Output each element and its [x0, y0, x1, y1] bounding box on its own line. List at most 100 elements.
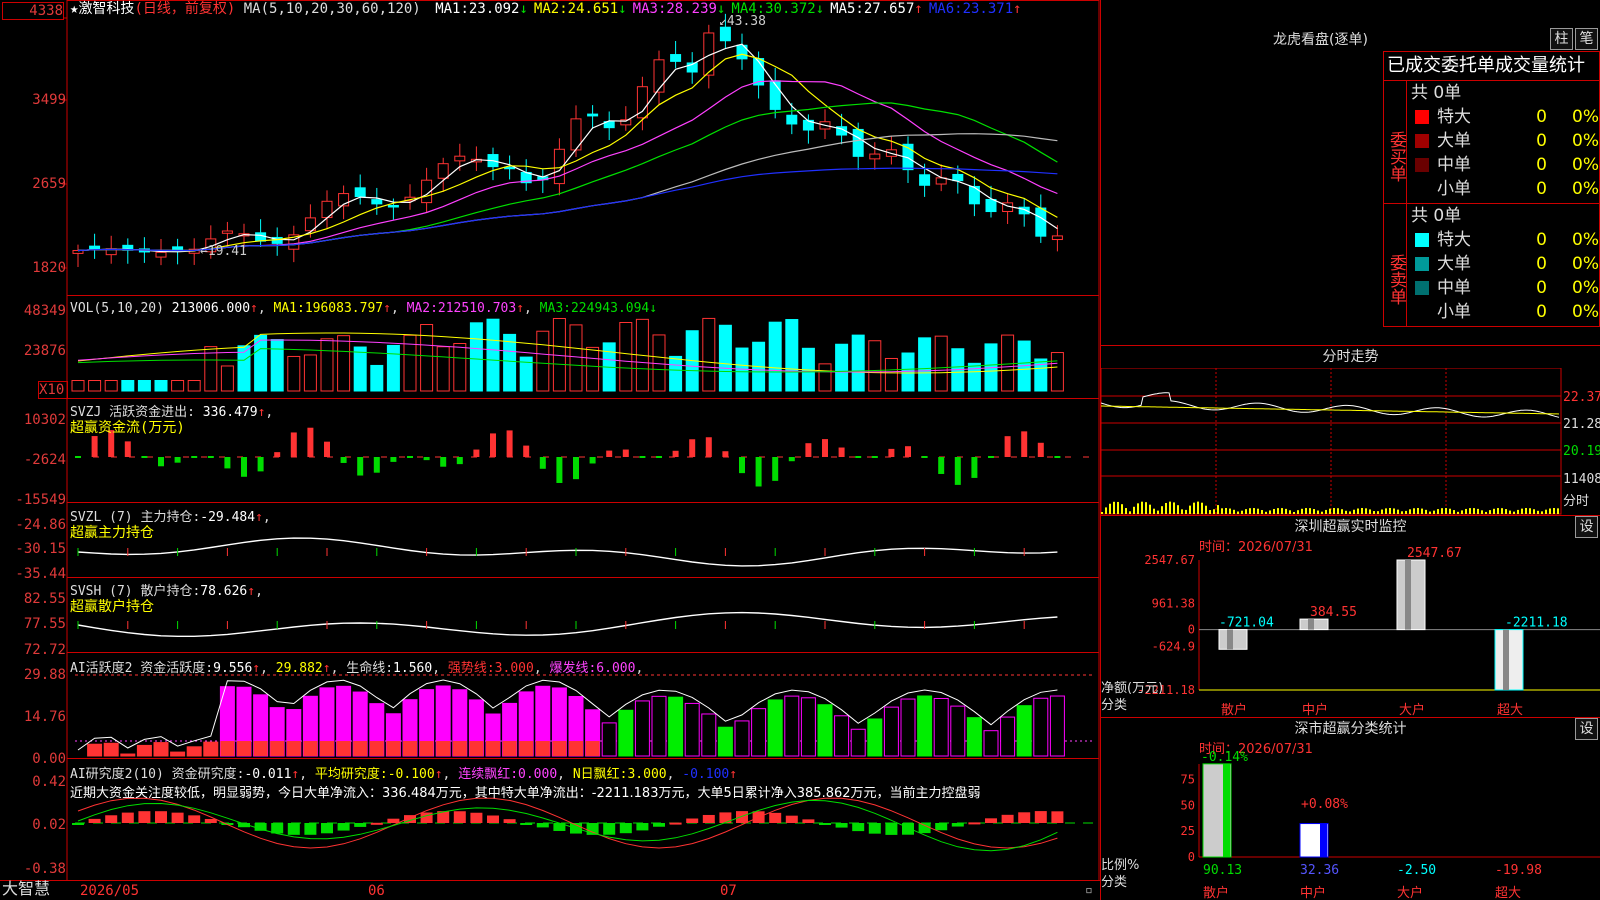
sell-row: 大单 0 0%	[1407, 252, 1599, 276]
ai-activity-header: AI活跃度2 资金活跃度:9.556↑, 29.882↑, 生命线:1.560,…	[70, 661, 644, 676]
svzj-bar	[639, 456, 646, 458]
lhb-bar-view-button[interactable]: 柱	[1550, 28, 1573, 50]
intraday-vol-bar	[1233, 509, 1235, 514]
ai2-axis-label: -0.38	[23, 861, 66, 877]
ai-activity-title: AI活跃度2 资金活跃度:	[70, 661, 214, 676]
activity-bar	[900, 698, 916, 757]
vol-unit-badge[interactable]: X10	[38, 381, 68, 399]
candle-body	[255, 232, 267, 242]
activity-bar	[701, 713, 717, 757]
lhb-header: 已成交委托单成交量统计	[1383, 51, 1600, 81]
main-chart-canvas[interactable]	[0, 0, 1100, 900]
svzj-bar	[539, 457, 546, 469]
monitor-bar-shade	[1503, 629, 1509, 690]
volume-bar	[785, 319, 799, 392]
ma-value-3: MA3:28.239↓	[633, 1, 726, 17]
research-bar	[321, 823, 333, 834]
svzj-bar	[954, 457, 961, 485]
monitor-bar-shade	[1227, 629, 1233, 650]
research-bar	[802, 819, 815, 823]
activity-base	[320, 741, 334, 756]
candle-body	[354, 187, 366, 198]
scroll-lock-icon[interactable]: ▫	[1085, 883, 1093, 899]
svzj-bar	[124, 441, 131, 457]
intraday-panel: 分时走势 22.37 21.28 20.19 11408 分时	[1101, 345, 1600, 515]
activity-base	[569, 741, 583, 756]
candle-body	[985, 198, 997, 213]
svzj-bar	[473, 449, 480, 457]
intraday-vol-bar	[1505, 509, 1507, 514]
intraday-vol-bar	[1553, 508, 1555, 514]
svzj-bar	[440, 457, 447, 467]
svzj-bar	[490, 433, 496, 457]
life-line-value: 1.560	[393, 661, 433, 676]
sell-row: 特大 0 0%	[1407, 228, 1599, 252]
ma-value-5: MA5:27.657↑	[830, 1, 923, 17]
monitor-settings-button[interactable]: 设	[1575, 516, 1598, 538]
row-label: 中单	[1437, 278, 1471, 298]
intraday-vol-bar	[1425, 509, 1427, 514]
classify-settings-button[interactable]: 设	[1575, 718, 1598, 740]
row-count: 0	[1536, 107, 1547, 127]
row-label: 特大	[1437, 230, 1471, 250]
svzl-axis-label: -30.15	[15, 541, 66, 557]
activity-bar	[850, 728, 866, 757]
row-label: 大单	[1437, 254, 1471, 274]
activity-bar	[917, 695, 933, 757]
svzl-title: SVZL (7) 主力持仓:	[70, 510, 201, 525]
research-bar	[603, 823, 616, 835]
ma-value-1: MA1:23.092↓	[435, 1, 528, 17]
candle-body	[155, 251, 167, 258]
intraday-axis-label: 21.28	[1563, 417, 1600, 432]
activity-base	[419, 741, 434, 756]
svsh-title: SVSH (7) 散户持仓:	[70, 584, 201, 599]
volume-bar	[768, 321, 782, 392]
svzj-bar	[390, 457, 397, 462]
volume-bar	[370, 364, 384, 392]
intraday-chart[interactable]	[1101, 368, 1600, 516]
activity-bar	[120, 753, 136, 757]
intraday-vol-bar	[1325, 509, 1327, 514]
intraday-vol-bar	[1329, 508, 1331, 514]
intraday-vol-bar	[1121, 504, 1123, 514]
classify-cat-label: 分类	[1101, 875, 1128, 890]
activity-bar	[1049, 695, 1065, 757]
svzj-bar	[556, 457, 563, 483]
intraday-vol-bar	[1217, 505, 1219, 514]
app-logo[interactable]: 大智慧	[2, 881, 50, 897]
intraday-vol-bar	[1449, 508, 1451, 514]
activity-base	[486, 741, 500, 756]
lhb-panel: 龙虎看盘(逐单) 柱 笔 已成交委托单成交量统计 委买单 共 0单 特大 0 0% 大…	[1101, 0, 1600, 345]
svzj-bar	[988, 456, 994, 458]
row-count: 0	[1536, 230, 1547, 250]
classify-value-label: -2.50	[1397, 863, 1436, 878]
volume-bar	[718, 324, 732, 392]
research-bar	[769, 812, 782, 823]
stock-name[interactable]: 激智科技	[78, 1, 134, 17]
classify-category-label: 大户	[1397, 885, 1423, 900]
ma-label: MA1:	[435, 1, 469, 17]
volume-bar	[154, 380, 168, 392]
intraday-vol-bar	[1549, 508, 1551, 514]
classify-title: 深市超赢分类统计	[1294, 721, 1407, 737]
intraday-vol-bar	[1489, 510, 1491, 514]
volume-bar	[868, 340, 882, 392]
research-bar	[1001, 814, 1014, 823]
monitor-axis-tick: 0	[1188, 623, 1195, 637]
intraday-vol-bar	[1345, 510, 1347, 514]
candle-body	[869, 153, 881, 160]
lhb-sell-box: 委卖单 共 0单 特大 0 0% 大单 0 0% 中单 0 0% 小单 0 0%	[1383, 203, 1600, 327]
activity-bar	[618, 709, 634, 757]
intraday-vol-bar	[1473, 508, 1475, 514]
intraday-vol-bar	[1481, 510, 1483, 514]
high-price-marker: ↙43.38	[719, 14, 766, 29]
intraday-vol-bar	[1149, 504, 1151, 514]
color-swatch	[1415, 305, 1429, 319]
volume-bar	[934, 335, 948, 392]
research-bar	[254, 823, 267, 831]
activity-bar	[684, 702, 700, 757]
svzj-bar	[307, 427, 314, 457]
lhb-tick-view-button[interactable]: 笔	[1575, 28, 1598, 50]
ma-value-6: MA6:23.371↑	[929, 1, 1022, 17]
svzj-bar	[573, 457, 579, 480]
